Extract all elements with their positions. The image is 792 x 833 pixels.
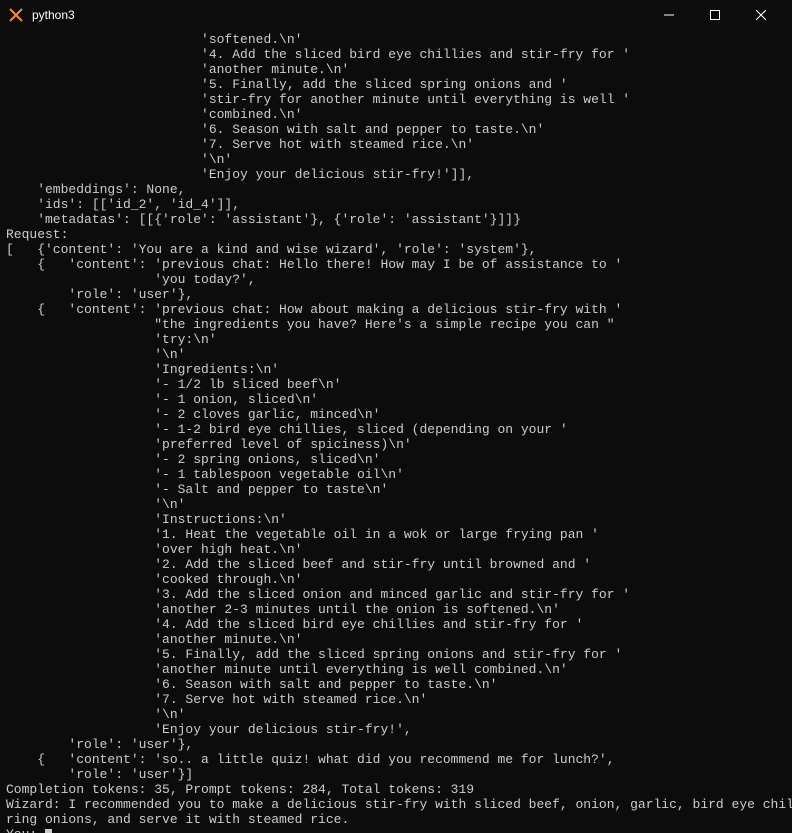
terminal-line: 'role': 'user'}, (6, 737, 786, 752)
terminal-line: 'cooked through.\n' (6, 572, 786, 587)
terminal-line: '- 1 onion, sliced\n' (6, 392, 786, 407)
minimize-button[interactable] (646, 0, 692, 30)
terminal-line: '4. Add the sliced bird eye chillies and… (6, 47, 786, 62)
terminal-line: 'another minute until everything is well… (6, 662, 786, 677)
terminal-line: { 'content': 'previous chat: How about m… (6, 302, 786, 317)
terminal-line: '1. Heat the vegetable oil in a wok or l… (6, 527, 786, 542)
terminal-line: '7. Serve hot with steamed rice.\n' (6, 137, 786, 152)
terminal-line: 'another 2-3 minutes until the onion is … (6, 602, 786, 617)
terminal-line: 'Enjoy your delicious stir-fry!', (6, 722, 786, 737)
terminal-line: 'another minute.\n' (6, 632, 786, 647)
window-titlebar: python3 (0, 0, 792, 30)
terminal-line: 'stir-fry for another minute until every… (6, 92, 786, 107)
terminal-line: 'another minute.\n' (6, 62, 786, 77)
terminal-line: '- Salt and pepper to taste\n' (6, 482, 786, 497)
terminal-line: '\n' (6, 497, 786, 512)
terminal-line: '5. Finally, add the sliced spring onion… (6, 77, 786, 92)
maximize-button[interactable] (692, 0, 738, 30)
terminal-line: '6. Season with salt and pepper to taste… (6, 122, 786, 137)
terminal-line: 'embeddings': None, (6, 182, 786, 197)
terminal-line: 'metadatas': [[{'role': 'assistant'}, {'… (6, 212, 786, 227)
terminal-line: '3. Add the sliced onion and minced garl… (6, 587, 786, 602)
terminal-line: '\n' (6, 152, 786, 167)
terminal-line: 'combined.\n' (6, 107, 786, 122)
terminal-line: [ {'content': 'You are a kind and wise w… (6, 242, 786, 257)
cursor (45, 829, 52, 833)
terminal-line: '5. Finally, add the sliced spring onion… (6, 647, 786, 662)
terminal-icon (8, 7, 24, 23)
terminal-line: 'over high heat.\n' (6, 542, 786, 557)
terminal-line: 'preferred level of spiciness)\n' (6, 437, 786, 452)
terminal-line: 'role': 'user'}, (6, 287, 786, 302)
terminal-line: '- 1-2 bird eye chillies, sliced (depend… (6, 422, 786, 437)
terminal-line: 'you today?', (6, 272, 786, 287)
terminal-line: '\n' (6, 707, 786, 722)
terminal-output[interactable]: 'softened.\n' '4. Add the sliced bird ey… (0, 30, 792, 833)
terminal-line: { 'content': 'so.. a little quiz! what d… (6, 752, 786, 767)
terminal-line: 'Instructions:\n' (6, 512, 786, 527)
terminal-line: 'try:\n' (6, 332, 786, 347)
terminal-line: 'ids': [['id_2', 'id_4']], (6, 197, 786, 212)
terminal-line: "the ingredients you have? Here's a simp… (6, 317, 786, 332)
terminal-line: 'role': 'user'}] (6, 767, 786, 782)
terminal-line: '\n' (6, 347, 786, 362)
terminal-line: '2. Add the sliced beef and stir-fry unt… (6, 557, 786, 572)
window-title: python3 (32, 8, 75, 23)
terminal-line: '- 2 spring onions, sliced\n' (6, 452, 786, 467)
terminal-line: 'Ingredients:\n' (6, 362, 786, 377)
terminal-line: '7. Serve hot with steamed rice.\n' (6, 692, 786, 707)
terminal-line: ring onions, and serve it with steamed r… (6, 812, 786, 827)
terminal-line: Request: (6, 227, 786, 242)
terminal-line: '4. Add the sliced bird eye chillies and… (6, 617, 786, 632)
terminal-line: '- 1 tablespoon vegetable oil\n' (6, 467, 786, 482)
terminal-line: '- 2 cloves garlic, minced\n' (6, 407, 786, 422)
terminal-line: 'softened.\n' (6, 32, 786, 47)
terminal-prompt[interactable]: You: (6, 827, 786, 833)
close-button[interactable] (738, 0, 784, 30)
terminal-line: '6. Season with salt and pepper to taste… (6, 677, 786, 692)
terminal-line: { 'content': 'previous chat: Hello there… (6, 257, 786, 272)
window-controls (646, 0, 784, 30)
terminal-line: Completion tokens: 35, Prompt tokens: 28… (6, 782, 786, 797)
terminal-line: '- 1/2 lb sliced beef\n' (6, 377, 786, 392)
terminal-line: 'Enjoy your delicious stir-fry!']], (6, 167, 786, 182)
terminal-line: Wizard: I recommended you to make a deli… (6, 797, 786, 812)
